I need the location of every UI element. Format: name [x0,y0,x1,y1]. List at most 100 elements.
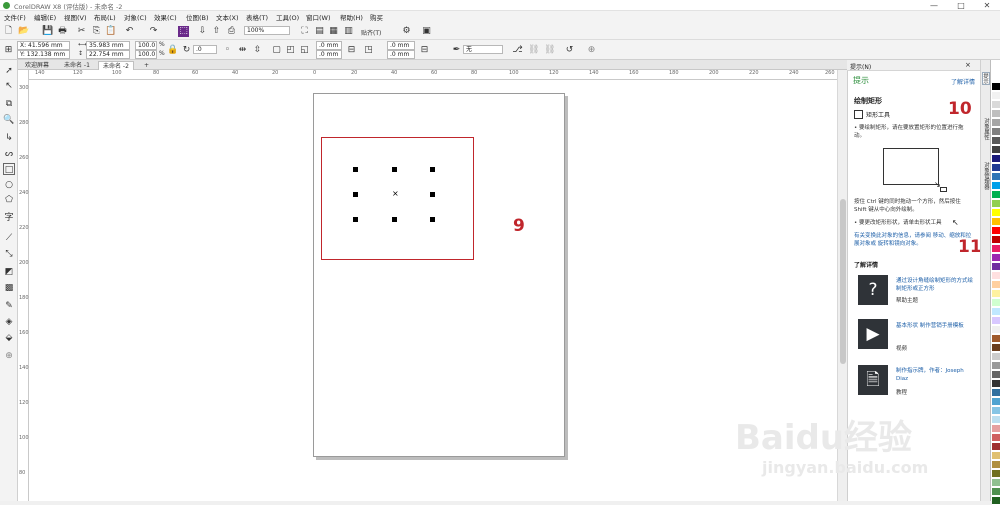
convert-to-curves-icon[interactable]: ↺ [564,45,575,56]
selected-rectangle[interactable] [321,137,474,260]
color-swatch[interactable] [992,317,1000,325]
pick-tool-icon[interactable]: ➚ [3,65,15,77]
color-swatch[interactable] [992,344,1000,352]
link-icon[interactable]: ⛓ [528,45,539,56]
color-swatch[interactable] [992,227,1000,235]
minimize-button[interactable]: — [923,0,945,11]
cut-icon[interactable]: ✂ [76,26,87,37]
color-swatch[interactable] [992,290,1000,298]
search-content-icon[interactable]: ⬚ [178,26,189,37]
color-swatch[interactable] [992,308,1000,316]
options-gear-icon[interactable]: ⚙ [401,26,412,37]
tab-welcome[interactable]: 欢迎屏幕 [21,61,53,70]
horizontal-ruler[interactable]: 140 120 100 80 60 40 20 0 20 40 60 80 10… [29,70,837,80]
color-swatch[interactable] [992,479,1000,487]
menu-file[interactable]: 文件(F) [4,12,26,22]
color-swatch[interactable] [992,461,1000,469]
color-swatch[interactable] [992,191,1000,199]
color-swatch[interactable] [992,470,1000,478]
menu-text[interactable]: 文本(X) [216,12,239,22]
lock-corners-icon[interactable]: ⊟ [346,45,357,56]
application-launcher-icon[interactable]: ▣ [421,26,432,37]
scalloped-corner-icon[interactable]: ◰ [285,45,296,56]
menu-object[interactable]: 对象(C) [124,12,147,22]
y-position-field[interactable]: Y: 132.138 mm [17,50,70,59]
drop-shadow-icon[interactable]: ◩ [3,266,15,278]
menu-effects[interactable]: 效果(C) [154,12,177,22]
color-swatch[interactable] [992,92,1000,100]
add-tool-icon[interactable]: ⊕ [3,350,15,362]
menu-view[interactable]: 视图(V) [64,12,87,22]
freehand-tool-icon[interactable]: ↳ [3,132,15,144]
selection-handle[interactable] [353,167,358,172]
zoom-tool-icon[interactable]: 🔍 [3,114,15,126]
parallel-dimension-icon[interactable]: ⟋ [3,232,15,244]
color-swatch[interactable] [992,380,1000,388]
transparency-icon[interactable]: ▩ [3,282,15,294]
color-swatch[interactable] [992,443,1000,451]
color-swatch[interactable] [992,74,1000,82]
color-swatch[interactable] [992,254,1000,262]
shape-tool-icon[interactable]: ↖ [3,80,15,92]
relative-corner-icon[interactable]: ◳ [363,45,374,56]
color-swatch[interactable] [992,452,1000,460]
paste-icon[interactable]: 📋 [105,26,116,37]
color-swatch[interactable] [992,155,1000,163]
selection-handle[interactable] [430,167,435,172]
full-screen-icon[interactable]: ⛶ [299,26,310,37]
color-swatch[interactable] [992,164,1000,172]
selection-handle[interactable] [353,192,358,197]
publish-pdf-icon[interactable]: ⎙ [226,26,237,37]
tip-link-2[interactable]: 基本形状 制作营销手册模板 [896,322,974,330]
color-swatch[interactable] [992,335,1000,343]
tip-link-1[interactable]: 通过设计角缝绘制矩形的方式绘制矩形或正方形 [896,277,974,293]
selection-handle[interactable] [353,217,358,222]
interactive-fill-icon[interactable]: ◈ [3,316,15,328]
color-swatch[interactable] [992,101,1000,109]
outline-width-1-field[interactable]: .0 mm [387,41,415,50]
mirror-vertical-icon[interactable]: ⇳ [252,45,263,56]
selection-handle[interactable] [430,217,435,222]
mirror-horizontal-icon[interactable]: ⇹ [237,45,248,56]
color-swatch[interactable] [992,434,1000,442]
video-play-icon[interactable]: ▶ [858,319,888,349]
color-swatch[interactable] [992,299,1000,307]
new-document-icon[interactable]: 🗋 [3,26,14,37]
connector-tool-icon[interactable]: ⤡ [3,248,15,260]
height-field[interactable]: 22.754 mm [86,50,130,59]
rotation-angle-field[interactable]: .0 [193,45,217,54]
color-swatch[interactable] [992,353,1000,361]
show-rulers-icon[interactable]: ▤ [314,26,325,37]
docker-close-icon[interactable]: × [965,61,971,69]
selection-handle[interactable] [392,217,397,222]
color-swatch[interactable] [992,488,1000,496]
scale-y-field[interactable]: 100.0 [135,50,157,59]
round-corner-icon[interactable]: ▢ [271,45,282,56]
snap-to-dropdown[interactable]: 贴齐(T) [361,28,381,37]
save-icon[interactable]: 💾 [42,26,53,37]
close-button[interactable]: ✕ [976,0,998,11]
menu-layout[interactable]: 布局(L) [94,12,116,22]
add-icon[interactable]: ⊕ [586,45,597,56]
color-swatch[interactable] [992,236,1000,244]
color-swatch[interactable] [992,173,1000,181]
zoom-level-select[interactable]: 100% [244,26,290,35]
hint-body-3[interactable]: 有关变换此对象的信息，请参阅 移动、缩放和拉展对象或 旋转和镜向对象。 [854,232,972,248]
color-swatch[interactable] [992,146,1000,154]
side-tab-hints[interactable]: 提示 [982,72,990,85]
artistic-media-icon[interactable]: ᔕ [3,148,15,160]
color-swatch[interactable] [992,425,1000,433]
width-field[interactable]: 35.983 mm [86,41,130,50]
color-swatch[interactable] [992,209,1000,217]
menu-bitmaps[interactable]: 位图(B) [186,12,209,22]
tab-untitled-1[interactable]: 未命名 -1 [60,61,94,70]
outline-width-2-field[interactable]: .0 mm [387,50,415,59]
color-swatch[interactable] [992,407,1000,415]
polygon-tool-icon[interactable]: ⬠ [3,194,15,206]
undo-icon[interactable]: ↶ [124,26,135,37]
scale-x-field[interactable]: 100.0 [135,41,157,50]
redo-icon[interactable]: ↷ [148,26,159,37]
color-swatch[interactable] [992,416,1000,424]
menu-help[interactable]: 帮助(H) [340,12,363,22]
tutorial-document-icon[interactable]: 🗎 [858,365,888,395]
